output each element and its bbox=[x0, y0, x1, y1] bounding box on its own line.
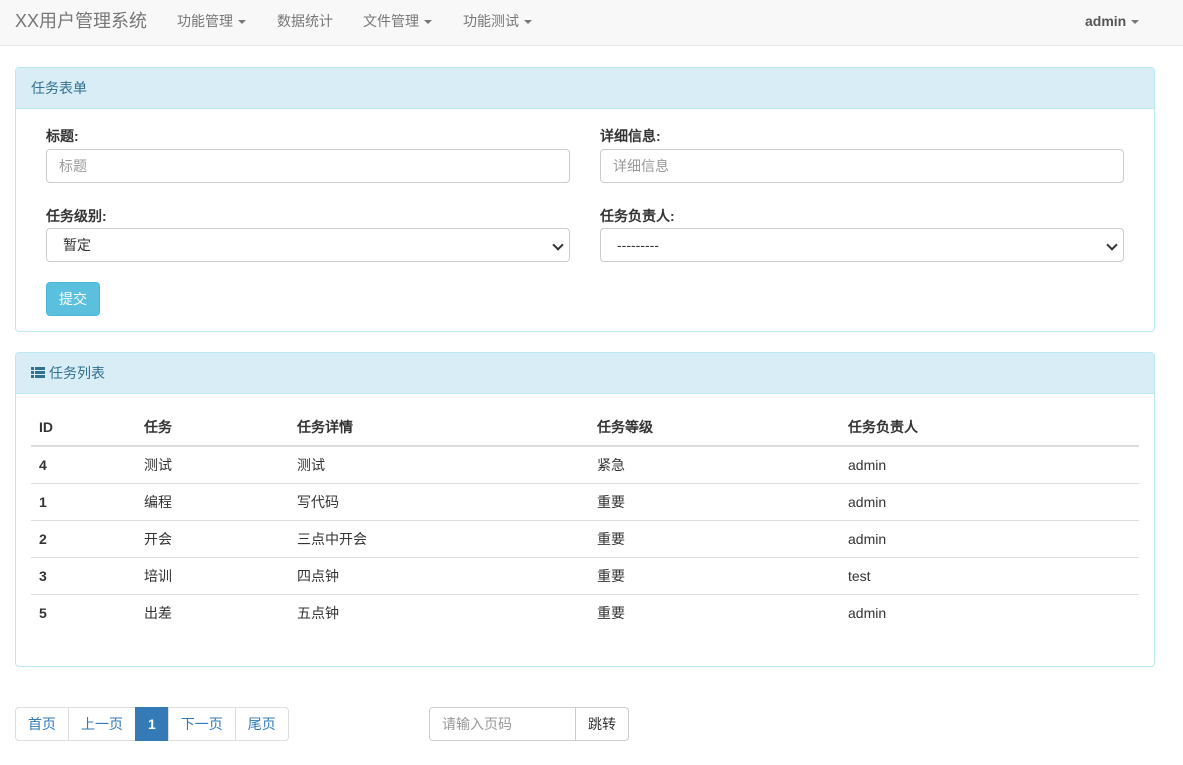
caret-down-icon bbox=[524, 20, 532, 25]
table-row: 3 培训 四点钟 重要 test bbox=[31, 556, 1139, 594]
table-row: 2 开会 三点中开会 重要 admin bbox=[31, 519, 1139, 557]
task-owner-cell: admin bbox=[848, 456, 887, 473]
task-owner-cell: admin bbox=[840, 519, 1139, 557]
task-name-cell: 测试 bbox=[144, 456, 172, 473]
top-navbar: XX用户管理系统 功能管理 数据统计 文件管理 功能测试 admin bbox=[0, 0, 1183, 46]
detail-input[interactable] bbox=[600, 149, 1124, 183]
task-owner-cell: admin bbox=[840, 482, 1139, 520]
caret-down-icon bbox=[424, 20, 432, 25]
column-header: ID bbox=[31, 409, 136, 447]
task-detail-cell: 四点钟 bbox=[289, 556, 589, 594]
task-id-cell: 5 bbox=[31, 593, 136, 631]
pagination: 首页 上一页 1 下一页 尾页 bbox=[15, 707, 289, 741]
task-level-cell: 重要 bbox=[589, 593, 840, 631]
column-header: 任务等级 bbox=[589, 409, 840, 447]
chevron-down-icon bbox=[552, 239, 564, 251]
jump-button[interactable]: 跳转 bbox=[575, 707, 629, 741]
nav-item-label: 功能测试 bbox=[463, 13, 519, 29]
caret-down-icon bbox=[1131, 20, 1140, 25]
task-detail-cell: 测试 bbox=[297, 456, 325, 473]
caret-down-icon bbox=[238, 20, 246, 25]
task-detail-cell: 五点钟 bbox=[289, 593, 589, 631]
next-page-button[interactable]: 下一页 bbox=[167, 707, 236, 741]
column-header: 任务 bbox=[136, 409, 289, 447]
nav-item-function-test[interactable]: 功能测试 bbox=[463, 0, 532, 46]
task-id-cell: 3 bbox=[31, 556, 136, 594]
task-name-cell: 开会 bbox=[136, 519, 289, 557]
task-id-cell: 4 bbox=[39, 456, 47, 473]
title-input[interactable] bbox=[46, 149, 570, 183]
task-detail-cell: 写代码 bbox=[289, 482, 589, 520]
table-row: 5 出差 五点钟 重要 admin bbox=[31, 593, 1139, 631]
table-row: 4 测试 测试 紧急 admin bbox=[31, 446, 1139, 483]
level-select[interactable]: 暂定 bbox=[46, 228, 570, 262]
nav-item-label: 数据统计 bbox=[277, 13, 333, 29]
submit-button[interactable]: 提交 bbox=[46, 282, 100, 316]
level-selected-value: 暂定 bbox=[63, 237, 91, 253]
task-level-cell: 紧急 bbox=[597, 456, 625, 473]
nav-item-label: 文件管理 bbox=[363, 13, 419, 29]
owner-selected-value: --------- bbox=[617, 237, 659, 253]
task-list-heading-text: 任务列表 bbox=[49, 365, 105, 381]
task-form-panel: 任务表单 标题: 详细信息: 任务级别: 暂定 任务负责人: ---------… bbox=[15, 67, 1155, 332]
task-table: ID 任务 任务详情 任务等级 任务负责人 4 测试 测试 紧急 admin 1… bbox=[31, 409, 1139, 631]
nav-item-data-statistics[interactable]: 数据统计 bbox=[277, 0, 333, 46]
nav-item-function-management[interactable]: 功能管理 bbox=[177, 0, 246, 46]
column-header: 任务详情 bbox=[289, 409, 589, 447]
table-header-row: ID 任务 任务详情 任务等级 任务负责人 bbox=[31, 409, 1139, 447]
current-page-button[interactable]: 1 bbox=[135, 707, 169, 741]
owner-select[interactable]: --------- bbox=[600, 228, 1124, 262]
user-name: admin bbox=[1085, 13, 1127, 29]
table-row: 1 编程 写代码 重要 admin bbox=[31, 482, 1139, 520]
task-id-cell: 1 bbox=[31, 482, 136, 520]
task-detail-cell: 三点中开会 bbox=[289, 519, 589, 557]
task-list-panel: 任务列表 ID 任务 任务详情 任务等级 任务负责人 4 测试 测试 紧急 ad… bbox=[15, 352, 1155, 667]
chevron-down-icon bbox=[1106, 239, 1118, 251]
level-label: 任务级别: bbox=[46, 208, 107, 224]
user-menu[interactable]: admin bbox=[1085, 0, 1140, 46]
brand-title[interactable]: XX用户管理系统 bbox=[15, 0, 147, 46]
task-owner-cell: admin bbox=[840, 593, 1139, 631]
column-header: 任务负责人 bbox=[840, 409, 1139, 447]
task-form-heading: 任务表单 bbox=[16, 68, 1154, 109]
task-name-cell: 出差 bbox=[136, 593, 289, 631]
task-id-cell: 2 bbox=[31, 519, 136, 557]
last-page-button[interactable]: 尾页 bbox=[234, 707, 289, 741]
owner-label: 任务负责人: bbox=[600, 208, 675, 224]
task-name-cell: 编程 bbox=[136, 482, 289, 520]
task-owner-cell: test bbox=[840, 556, 1139, 594]
page-number-input[interactable] bbox=[429, 707, 576, 741]
nav-item-file-management[interactable]: 文件管理 bbox=[363, 0, 432, 46]
task-name-cell: 培训 bbox=[136, 556, 289, 594]
prev-page-button[interactable]: 上一页 bbox=[68, 707, 136, 741]
task-level-cell: 重要 bbox=[589, 519, 840, 557]
title-label: 标题: bbox=[46, 128, 79, 144]
task-list-heading: 任务列表 bbox=[16, 353, 1154, 394]
nav-item-label: 功能管理 bbox=[177, 13, 233, 29]
list-icon bbox=[31, 367, 45, 379]
task-level-cell: 重要 bbox=[589, 556, 840, 594]
first-page-button[interactable]: 首页 bbox=[15, 707, 69, 741]
task-level-cell: 重要 bbox=[589, 482, 840, 520]
detail-label: 详细信息: bbox=[600, 128, 661, 144]
